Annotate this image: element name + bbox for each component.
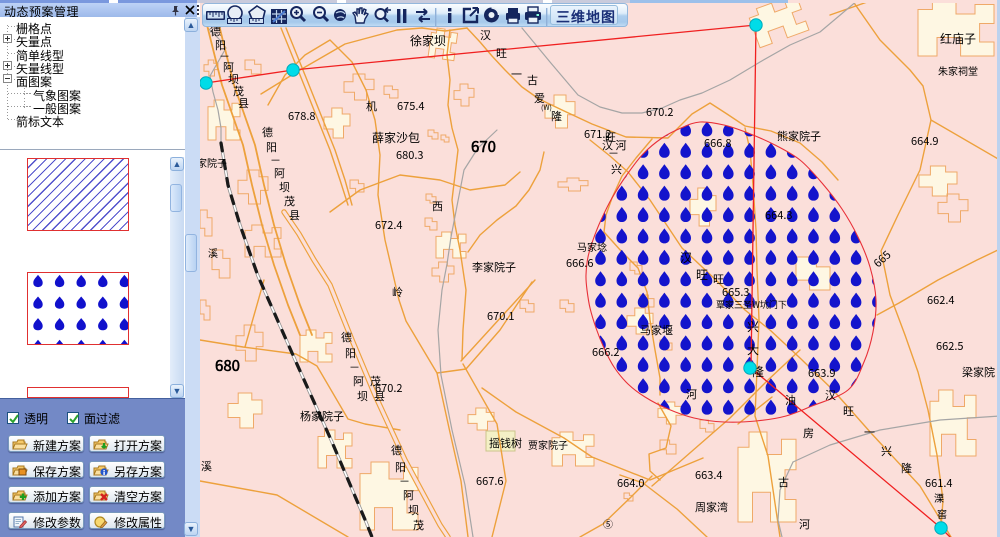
svg-text:梁家院: 梁家院: [962, 364, 995, 380]
svg-text:古: 古: [527, 72, 538, 88]
svg-text:贾家院子: 贾家院子: [528, 437, 568, 452]
svg-text:熊家院子: 熊家院子: [777, 128, 821, 144]
svg-text:旺: 旺: [496, 45, 507, 61]
svg-text:房: 房: [803, 425, 814, 441]
svg-text:664.0: 664.0: [617, 475, 644, 491]
svg-text:675.4: 675.4: [397, 98, 424, 114]
svg-text:岭: 岭: [392, 284, 403, 300]
svg-text:红庙子: 红庙子: [940, 30, 976, 47]
svg-text:溪: 溪: [201, 458, 212, 474]
svg-text:溪: 溪: [208, 245, 218, 260]
svg-text:662.5: 662.5: [936, 338, 963, 354]
svg-text:县: 县: [289, 207, 300, 223]
svg-text:茂: 茂: [370, 373, 381, 389]
svg-text:(W): (W): [541, 103, 552, 113]
svg-text:阿: 阿: [353, 373, 364, 389]
svg-text:666.8: 666.8: [704, 135, 731, 151]
svg-text:664.3: 664.3: [765, 207, 792, 223]
svg-text:旺: 旺: [843, 403, 854, 419]
svg-text:672.4: 672.4: [375, 217, 402, 233]
svg-text:旺: 旺: [713, 271, 724, 287]
svg-text:兴: 兴: [747, 318, 759, 335]
svg-text:670: 670: [471, 136, 496, 157]
svg-text:油: 油: [785, 392, 796, 408]
svg-text:兴: 兴: [881, 443, 892, 459]
svg-text:一: 一: [864, 424, 875, 440]
svg-text:马家埝: 马家埝: [577, 239, 607, 254]
svg-text:663.9: 663.9: [808, 365, 835, 381]
svg-text:旺: 旺: [696, 266, 708, 283]
svg-text:663.4: 663.4: [695, 467, 722, 483]
svg-text:兴: 兴: [611, 161, 622, 177]
svg-text:汉: 汉: [825, 387, 836, 403]
svg-text:徐家坝: 徐家坝: [410, 32, 446, 49]
svg-text:县: 县: [374, 388, 385, 404]
svg-text:680: 680: [215, 355, 240, 376]
svg-text:河: 河: [686, 386, 697, 402]
svg-text:李家院子: 李家院子: [472, 259, 516, 275]
svg-text:茂: 茂: [413, 517, 424, 533]
svg-text:坝: 坝: [408, 502, 419, 518]
svg-text:一: 一: [511, 66, 522, 82]
svg-text:杨家院子: 杨家院子: [300, 408, 344, 424]
svg-text:隆: 隆: [901, 460, 912, 476]
svg-text:664.9: 664.9: [911, 133, 938, 149]
svg-text:家院子: 家院子: [197, 155, 227, 170]
svg-text:旺: 旺: [605, 129, 616, 145]
svg-text:661.4: 661.4: [925, 475, 952, 491]
svg-text:德: 德: [262, 124, 273, 140]
svg-text:汉: 汉: [480, 27, 491, 43]
svg-text:坝: 坝: [357, 388, 368, 404]
svg-text:⑤: ⑤: [603, 516, 613, 531]
svg-text:666.2: 666.2: [592, 344, 619, 360]
svg-text:德: 德: [341, 329, 352, 345]
svg-text:667.6: 667.6: [476, 473, 503, 489]
svg-text:666.6: 666.6: [566, 255, 593, 271]
svg-text:大: 大: [747, 341, 759, 358]
svg-text:马家堰: 马家堰: [640, 322, 673, 338]
svg-text:662.4: 662.4: [927, 292, 954, 308]
svg-text:县: 县: [238, 95, 249, 111]
svg-text:678.8: 678.8: [288, 108, 315, 124]
svg-text:670.2: 670.2: [646, 104, 673, 120]
svg-text:汉: 汉: [680, 249, 692, 266]
svg-text:680.3: 680.3: [396, 147, 423, 163]
svg-text:窖: 窖: [937, 506, 947, 521]
svg-text:670.1: 670.1: [487, 308, 514, 324]
svg-text:德: 德: [391, 442, 402, 458]
svg-text:西: 西: [432, 198, 443, 214]
svg-text:河: 河: [799, 516, 810, 532]
svg-text:机: 机: [366, 98, 377, 114]
svg-text:阿: 阿: [403, 487, 414, 503]
svg-text:覃家三圣W坑门下: 覃家三圣W坑门下: [716, 298, 787, 311]
svg-text:溧: 溧: [934, 490, 944, 505]
svg-text:隆: 隆: [551, 108, 562, 124]
svg-text:朱家祠堂: 朱家祠堂: [938, 63, 978, 78]
svg-text:周家湾: 周家湾: [695, 499, 728, 515]
svg-text:薛家沙包: 薛家沙包: [372, 129, 420, 146]
svg-text:摇钱树: 摇钱树: [489, 435, 522, 451]
svg-text:－: －: [608, 145, 619, 161]
svg-text:古: 古: [778, 474, 789, 490]
